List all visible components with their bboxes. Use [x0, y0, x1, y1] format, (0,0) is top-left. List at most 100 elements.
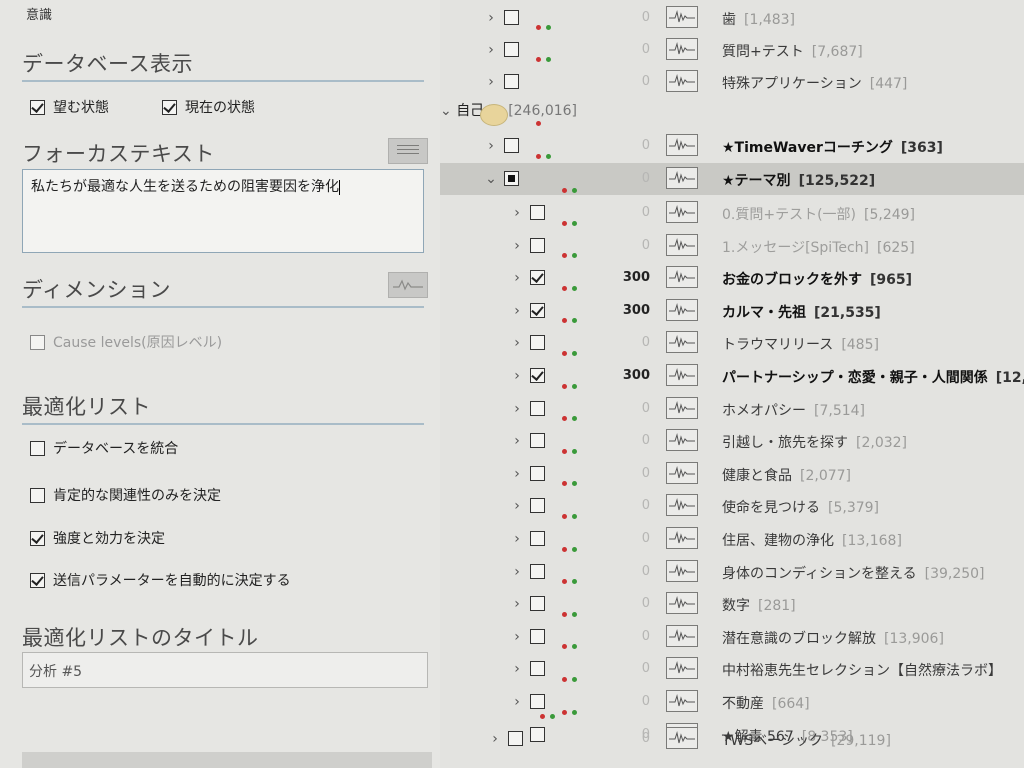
row-checkbox[interactable] — [504, 74, 519, 89]
row-checkbox[interactable] — [530, 302, 545, 318]
graph-button[interactable] — [666, 592, 698, 615]
chevron-right-icon[interactable]: › — [510, 268, 524, 288]
row-checkbox[interactable] — [530, 237, 545, 253]
chevron-right-icon[interactable]: › — [510, 399, 524, 419]
dimension-graph-button[interactable] — [388, 272, 428, 298]
row-checkbox[interactable] — [504, 171, 519, 186]
graph-button[interactable] — [666, 559, 698, 582]
chevron-right-icon[interactable]: › — [510, 496, 524, 516]
graph-button[interactable] — [666, 201, 698, 223]
row-checkbox[interactable] — [530, 465, 545, 481]
tree-row[interactable]: › 0 1.メッセージ[SpiTech] [625] — [440, 220, 1024, 262]
tree-row[interactable]: › 0 ホメオパシー [7,514] — [440, 383, 1024, 425]
chevron-right-icon[interactable]: › — [510, 301, 524, 321]
row-checkbox[interactable] — [530, 400, 545, 416]
tree-node-self[interactable]: ⌄ 自己の [246,016] — [440, 100, 1024, 128]
chevron-right-icon[interactable]: › — [510, 594, 524, 614]
chevron-right-icon[interactable]: › — [510, 659, 524, 679]
tree-row[interactable]: › 300 パートナーシップ・恋愛・親子・人間関係 [12, — [440, 351, 1024, 392]
merge-database-checkbox[interactable] — [30, 440, 45, 456]
graph-button[interactable] — [666, 233, 698, 256]
graph-button[interactable] — [666, 690, 698, 712]
merge-database-option[interactable]: データベースを統合 — [30, 438, 178, 458]
row-checkbox[interactable] — [530, 270, 545, 286]
tree-row[interactable]: › 0 使命を見つける [5,379] — [440, 481, 1024, 522]
graph-button[interactable] — [666, 167, 698, 189]
chevron-right-icon[interactable]: › — [510, 203, 524, 223]
desired-state-checkbox[interactable] — [30, 99, 45, 115]
graph-button[interactable] — [666, 624, 698, 647]
tree-row[interactable]: › 300 お金のブロックを外す [965] — [440, 253, 1024, 294]
current-state-option[interactable]: 現在の状態 — [162, 97, 255, 117]
chevron-right-icon[interactable]: › — [510, 366, 524, 386]
chevron-right-icon[interactable]: › — [510, 464, 524, 484]
row-checkbox[interactable] — [530, 694, 545, 709]
tree-row[interactable]: › 0 質問+テスト [7,687] — [440, 25, 1024, 66]
tree-row[interactable]: › 0 中村裕恵先生セレクション【自然療法ラボ】 — [440, 644, 1024, 685]
row-checkbox[interactable] — [530, 335, 545, 351]
row-checkbox[interactable] — [508, 731, 523, 746]
intensity-checkbox[interactable] — [30, 530, 45, 546]
row-checkbox[interactable] — [530, 628, 545, 644]
tree-row[interactable]: › 0 不動産 [664] — [440, 677, 1024, 718]
graph-button[interactable] — [666, 527, 698, 549]
chevron-right-icon[interactable]: › — [510, 431, 524, 451]
chevron-right-icon[interactable]: › — [510, 692, 524, 712]
graph-button[interactable] — [666, 461, 698, 484]
positive-only-option[interactable]: 肯定的な関連性のみを決定 — [30, 485, 221, 505]
current-state-checkbox[interactable] — [162, 99, 177, 115]
desired-state-option[interactable]: 望む状態 — [30, 97, 109, 117]
tree-row[interactable]: › 0 数字 [281] — [440, 579, 1024, 620]
optimize-title-input[interactable]: 分析 #5 — [22, 652, 428, 688]
chevron-right-icon[interactable]: › — [484, 40, 498, 60]
cause-levels-option[interactable]: Cause levels(原因レベル) — [30, 332, 222, 352]
database-tree[interactable]: › 0 歯 [1,483] › 0 質問+テスト [7,687] › 0 特殊アプリケーション [44… — [440, 0, 1024, 768]
tree-row[interactable]: › 0 健康と食品 [2,077] — [440, 448, 1024, 490]
auto-params-option[interactable]: 送信パラメーターを自動的に決定する — [30, 570, 291, 590]
graph-button[interactable] — [666, 298, 698, 321]
tree-row[interactable]: › 0 トラウマリリース [485] — [440, 318, 1024, 359]
tree-row[interactable]: › 0 住居、建物の浄化 [13,168] — [440, 514, 1024, 555]
tree-row[interactable]: › 0 身体のコンディションを整える [39,250] — [440, 546, 1024, 588]
tree-row[interactable]: › 0 歯 [1,483] — [440, 2, 1024, 34]
tree-row[interactable]: › 0 引越し・旅先を探す [2,032] — [440, 416, 1024, 457]
graph-button[interactable] — [666, 657, 698, 680]
row-checkbox[interactable] — [504, 138, 519, 153]
graph-button[interactable] — [666, 396, 698, 419]
row-checkbox[interactable] — [530, 563, 545, 579]
graph-button[interactable] — [666, 429, 698, 452]
focus-menu-button[interactable] — [388, 138, 428, 164]
row-checkbox[interactable] — [504, 42, 519, 57]
tree-row[interactable]: › 0 0.質問+テスト(一部) [5,249] — [440, 188, 1024, 229]
row-checkbox[interactable] — [504, 10, 519, 25]
intensity-option[interactable]: 強度と効力を決定 — [30, 528, 165, 548]
tree-row[interactable]: › 0 特殊アプリケーション [447] — [440, 57, 1024, 98]
chevron-right-icon[interactable]: › — [484, 72, 498, 92]
chevron-down-icon[interactable]: ⌄ — [484, 169, 498, 189]
positive-only-checkbox[interactable] — [30, 487, 45, 503]
row-checkbox[interactable] — [530, 661, 545, 677]
chevron-right-icon[interactable]: › — [488, 729, 502, 749]
row-checkbox[interactable] — [530, 205, 545, 220]
tree-row[interactable]: › 0 TWSベーシック [29,119] — [440, 714, 1024, 755]
graph-button[interactable] — [666, 134, 698, 156]
chevron-right-icon[interactable]: › — [510, 333, 524, 353]
row-checkbox[interactable] — [530, 368, 545, 383]
tree-row[interactable]: ⌄ 0 ★テーマ別 [125,522] — [440, 154, 1024, 195]
row-checkbox[interactable] — [530, 596, 545, 612]
chevron-right-icon[interactable]: › — [510, 529, 524, 549]
graph-button[interactable] — [666, 38, 698, 60]
auto-params-checkbox[interactable] — [30, 572, 45, 588]
tree-row[interactable]: › 300 カルマ・先祖 [21,535] — [440, 285, 1024, 327]
cause-levels-checkbox[interactable] — [30, 334, 45, 350]
chevron-right-icon[interactable]: › — [510, 236, 524, 256]
chevron-down-icon[interactable]: ⌄ — [440, 103, 452, 119]
graph-button[interactable] — [666, 727, 698, 749]
chevron-right-icon[interactable]: › — [510, 562, 524, 582]
graph-button[interactable] — [666, 266, 698, 289]
row-checkbox[interactable] — [530, 498, 545, 514]
graph-button[interactable] — [666, 494, 698, 517]
tree-row[interactable]: › 0 ★TimeWaverコーチング [363] — [440, 121, 1024, 162]
graph-button[interactable] — [666, 331, 698, 354]
graph-button[interactable] — [666, 70, 698, 92]
